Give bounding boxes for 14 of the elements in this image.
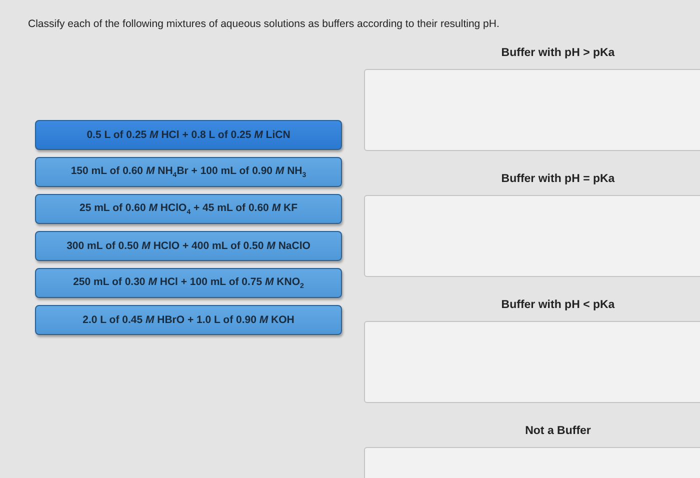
mixture-tile[interactable]: 300 mL of 0.50 M HClO + 400 mL of 0.50 M NaClO	[35, 231, 342, 261]
drop-zone[interactable]	[364, 69, 700, 151]
mixture-tile[interactable]: 250 mL of 0.30 M HCl + 100 mL of 0.75 M KNO$_{2}$	[35, 268, 342, 298]
category-heading: Buffer with pH = pKa	[501, 173, 615, 185]
drop-zone[interactable]	[364, 321, 700, 403]
category-heading: Buffer with pH > pKa	[501, 47, 615, 59]
mixture-tile[interactable]: 25 mL of 0.60 M HClO$_{4}$ + 45 mL of 0.60 M KF	[35, 194, 342, 224]
drop-zone[interactable]	[364, 195, 700, 277]
category-heading: Not a Buffer	[525, 425, 591, 437]
mixture-tile[interactable]: 150 mL of 0.60 M NH$_{4}$Br + 100 mL of 0.90 M NH$_{3}$	[35, 157, 342, 187]
mixture-tile[interactable]: 2.0 L of 0.45 M HBrO + 1.0 L of 0.90 M KOH	[35, 305, 342, 335]
mixture-tile[interactable]: 0.5 L of 0.25 M HCl + 0.8 L of 0.25 M LiCN	[35, 120, 342, 150]
instruction-text: Classify each of the following mixtures of aqueous solutions as buffers according to their resulting pH.	[27, 17, 500, 30]
category-heading: Buffer with pH < pKa	[501, 299, 615, 311]
